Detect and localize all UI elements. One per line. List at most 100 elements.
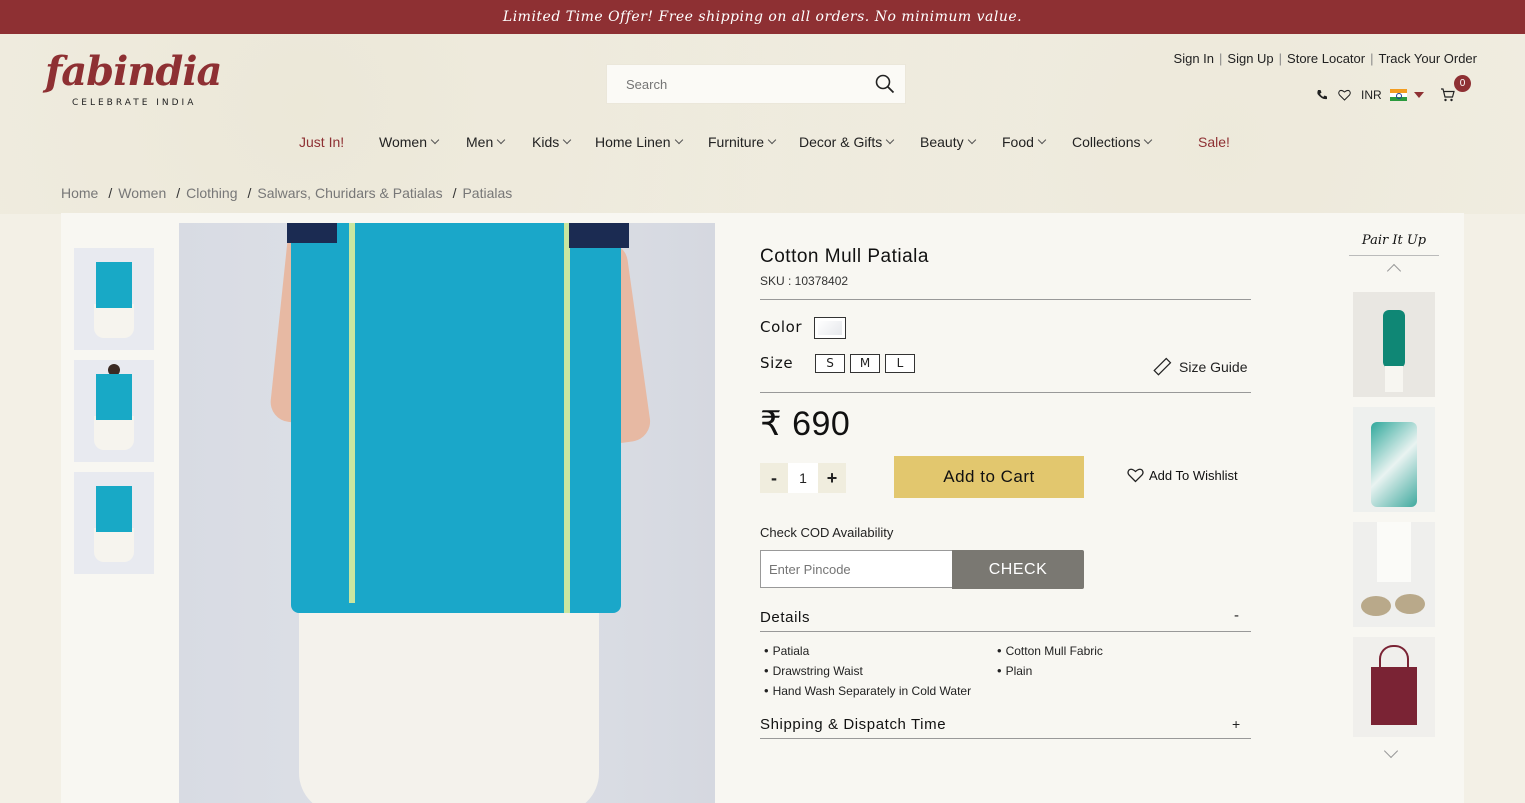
brand-tagline: CELEBRATE INDIA [72,98,197,108]
phone-icon[interactable] [1316,89,1328,101]
nav-item-home-linen[interactable]: Home Linen [595,134,683,150]
qty-increase-button[interactable]: + [818,463,846,493]
india-flag-icon[interactable] [1389,89,1407,101]
size-label: Size [760,354,794,372]
main-product-image[interactable] [179,223,715,803]
wishlist-label: Add To Wishlist [1149,467,1238,483]
nav-label: Sale! [1198,134,1230,150]
store-locator-link[interactable]: Store Locator [1287,51,1365,66]
chevron-up-icon[interactable] [1386,263,1402,279]
product-thumbnail[interactable] [74,472,154,574]
promo-banner: Limited Time Offer! Free shipping on all… [0,0,1525,34]
cod-label: Check COD Availability [760,525,894,540]
image-stripe [564,223,570,613]
pair-item-figure [1385,366,1403,392]
size-guide-link[interactable]: Size Guide [1152,357,1247,377]
pair-item-tote-bag[interactable] [1353,637,1435,737]
chevron-down-icon [1144,135,1153,145]
qty-value[interactable]: 1 [788,463,818,493]
nav-item-collections[interactable]: Collections [1072,134,1153,150]
separator: | [1370,51,1374,66]
image-stripe [349,223,355,603]
pair-item-figure [1361,596,1391,616]
nav-item-decor-gifts[interactable]: Decor & Gifts [799,134,895,150]
ruler-icon [1153,357,1172,376]
thumb-pants [94,528,134,562]
pair-item-figure [1383,310,1405,368]
currency-label[interactable]: INR [1361,88,1382,102]
nav-label: Food [1002,134,1034,150]
pair-scroll-down[interactable] [1383,743,1399,759]
nav-item-just-in[interactable]: Just In! [299,134,344,150]
nav-item-women[interactable]: Women [379,134,440,150]
shipping-heading[interactable]: Shipping & Dispatch Time [760,716,946,733]
breadcrumb-women[interactable]: Women [118,185,166,201]
sign-up-link[interactable]: Sign Up [1227,51,1273,66]
currency-dropdown-icon[interactable] [1413,92,1424,98]
shipping-expand-toggle[interactable]: + [1232,716,1240,732]
product-thumbnail[interactable] [74,248,154,350]
nav-item-kids[interactable]: Kids [532,134,572,150]
pair-item-dupatta[interactable] [1353,407,1435,512]
thumbnail-gallery [74,248,154,584]
breadcrumb-patialas[interactable]: Patialas [462,185,512,201]
pair-item-figure [1371,667,1417,725]
breadcrumb-home[interactable]: Home [61,185,98,201]
track-order-link[interactable]: Track Your Order [1378,51,1477,66]
chevron-down-icon [674,135,683,145]
pair-item-teal-kurta[interactable] [1353,292,1435,397]
sign-in-link[interactable]: Sign In [1174,51,1214,66]
pincode-input[interactable] [760,550,953,588]
cart-icon[interactable] [1440,88,1455,102]
nav-item-beauty[interactable]: Beauty [920,134,976,150]
size-option-m[interactable]: M [850,354,880,373]
chevron-down-icon [886,135,895,145]
search-icon[interactable] [875,74,895,94]
wishlist-heart-icon[interactable] [1338,89,1351,101]
nav-label: Beauty [920,134,964,150]
size-option-s[interactable]: S [815,354,845,373]
pair-item-figure [1395,594,1425,614]
utility-bar: INR [1316,86,1465,104]
thumb-kurta [96,262,132,308]
size-option-l[interactable]: L [885,354,915,373]
main-nav: Just In! Women Men Kids Home Linen Furni… [0,134,1525,154]
chevron-down-icon [767,135,777,145]
brand-logo[interactable]: fabindia CELEBRATE INDIA [45,50,222,120]
cart-count-badge[interactable]: 0 [1454,75,1471,92]
divider [760,738,1251,739]
check-pincode-button[interactable]: CHECK [952,550,1084,589]
thumb-pants [94,304,134,338]
details-heading[interactable]: Details [760,609,810,626]
product-thumbnail[interactable] [74,360,154,462]
add-to-cart-button[interactable]: Add to Cart [894,456,1084,498]
color-swatch-white[interactable] [814,317,846,339]
nav-item-furniture[interactable]: Furniture [708,134,777,150]
add-to-wishlist-button[interactable]: Add To Wishlist [1127,467,1238,483]
thumb-kurta [96,486,132,532]
details-list-right: Cotton Mull Fabric Plain [997,643,1103,683]
chevron-down-icon [1383,743,1399,759]
breadcrumb-separator: / [452,185,457,201]
chevron-down-icon [1037,135,1047,145]
details-collapse-toggle[interactable]: - [1234,607,1239,624]
search-input[interactable] [607,65,857,103]
nav-item-food[interactable]: Food [1002,134,1047,150]
breadcrumb-separator: / [176,185,181,201]
nav-item-sale[interactable]: Sale! [1198,134,1230,150]
breadcrumb-clothing[interactable]: Clothing [186,185,237,201]
detail-item: Plain [997,663,1103,678]
pair-item-salwar-juttis[interactable] [1353,522,1435,627]
nav-label: Decor & Gifts [799,134,883,150]
chevron-down-icon [967,135,976,145]
separator: | [1219,51,1223,66]
breadcrumb-salwars[interactable]: Salwars, Churidars & Patialas [257,185,442,201]
chevron-down-icon [562,135,572,145]
detail-item: Hand Wash Separately in Cold Water [764,683,972,698]
qty-decrease-button[interactable]: - [760,463,788,493]
nav-label: Men [466,134,494,150]
detail-item: Patiala [764,643,971,658]
divider [760,631,1251,632]
nav-item-men[interactable]: Men [466,134,506,150]
nav-label: Women [379,134,427,150]
